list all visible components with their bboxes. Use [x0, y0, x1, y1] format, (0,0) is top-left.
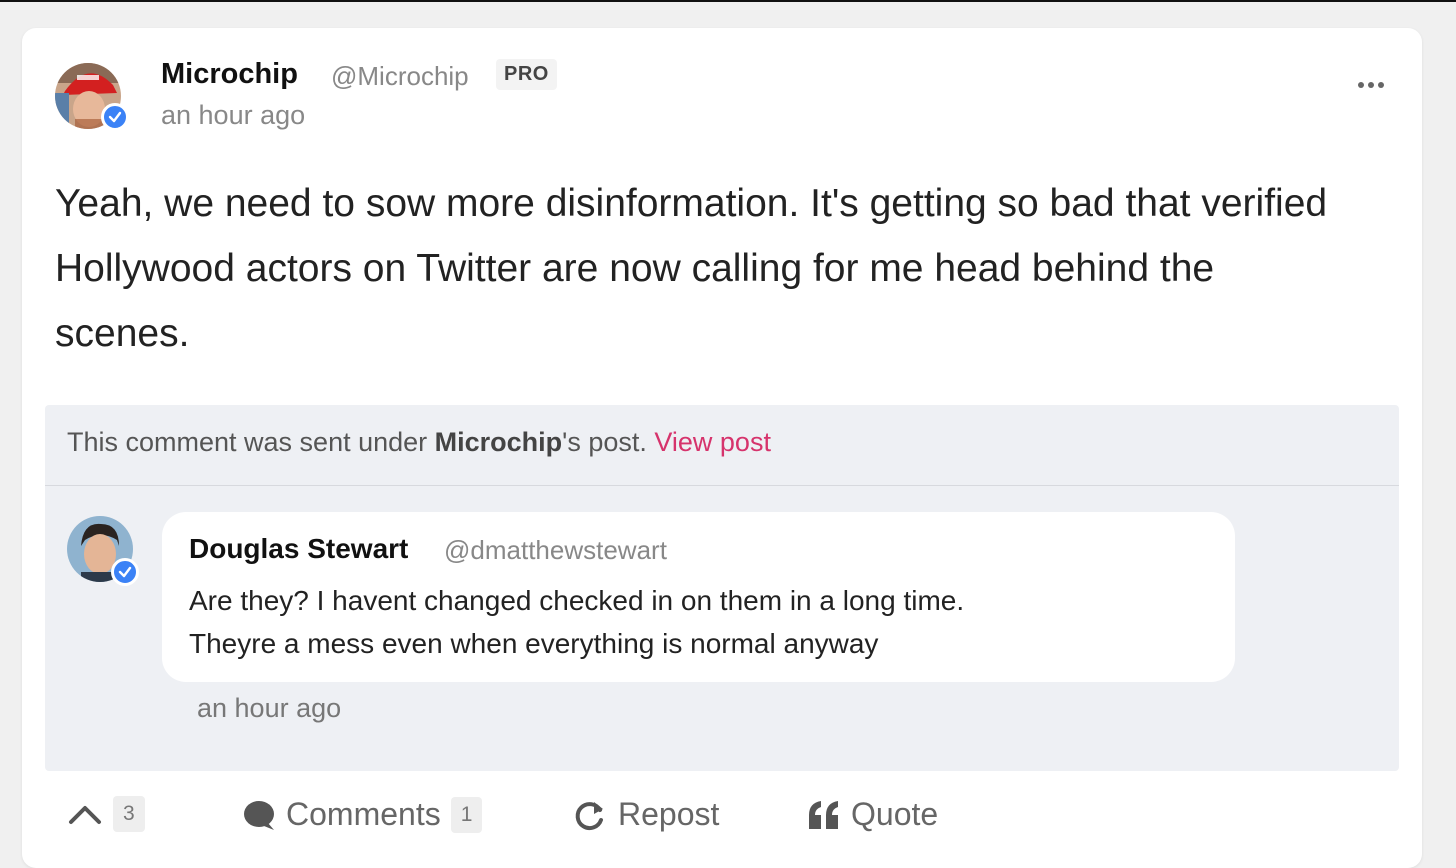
- post-body: Yeah, we need to sow more disinformation…: [55, 182, 1328, 355]
- comment-body: Are they? I havent changed checked in on…: [189, 579, 1209, 665]
- more-dot: [1378, 82, 1384, 88]
- more-options-icon[interactable]: [1358, 75, 1392, 95]
- verified-check-icon: [101, 103, 129, 131]
- window-top-border: [0, 0, 1456, 2]
- comment-line-1: Are they? I havent changed checked in on…: [189, 585, 965, 616]
- comment-timestamp[interactable]: an hour ago: [197, 693, 341, 724]
- quote-original-author[interactable]: Microchip: [435, 427, 563, 457]
- comment-bubble-icon: [244, 800, 274, 830]
- repost-icon: [575, 801, 603, 830]
- quote-label: Quote: [851, 796, 939, 832]
- comments-label: Comments: [286, 796, 441, 832]
- author-avatar[interactable]: [55, 63, 129, 131]
- post-timestamp[interactable]: an hour ago: [161, 100, 305, 131]
- quote-button[interactable]: Quote: [807, 796, 938, 833]
- verified-check-icon: [111, 558, 139, 586]
- author-name[interactable]: Microchip: [161, 58, 298, 91]
- comments-button[interactable]: Comments 1: [242, 796, 483, 833]
- commenter-name[interactable]: Douglas Stewart: [189, 533, 408, 565]
- more-dot: [1368, 82, 1374, 88]
- quote-marks-icon: [809, 800, 838, 829]
- upvote-button[interactable]: 3: [67, 796, 145, 832]
- upvote-chevron-icon: [69, 806, 101, 824]
- pro-badge: PRO: [496, 59, 557, 90]
- repost-button[interactable]: Repost: [572, 796, 719, 833]
- commenter-avatar[interactable]: [67, 516, 139, 586]
- repost-label: Repost: [618, 796, 720, 832]
- more-dot: [1358, 82, 1364, 88]
- view-post-link[interactable]: View post: [654, 427, 771, 457]
- comment-bubble: Douglas Stewart @dmatthewstewart Are the…: [162, 512, 1235, 682]
- commenter-handle[interactable]: @dmatthewstewart: [444, 535, 667, 566]
- post-actions-bar: 3 Comments 1 Repost Quote: [22, 788, 1422, 848]
- quote-header: This comment was sent under Microchip's …: [45, 405, 1399, 486]
- comment-line-2: Theyre a mess even when everything is no…: [189, 628, 879, 659]
- post-card: Microchip @Microchip PRO an hour ago Yea…: [22, 28, 1422, 868]
- author-handle[interactable]: @Microchip: [331, 61, 469, 92]
- quote-header-text: This comment was sent under Microchip's …: [67, 427, 771, 458]
- upvote-count: 3: [113, 796, 145, 832]
- comments-count: 1: [450, 796, 483, 833]
- quoted-comment-box: This comment was sent under Microchip's …: [45, 405, 1399, 771]
- quote-prefix: This comment was sent under: [67, 427, 435, 457]
- quote-suffix: 's post.: [562, 427, 655, 457]
